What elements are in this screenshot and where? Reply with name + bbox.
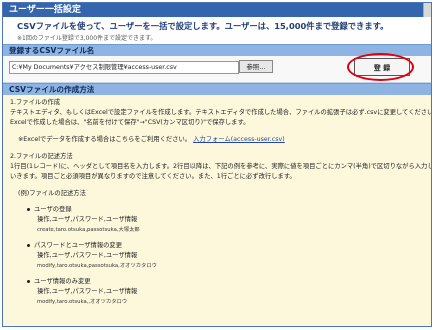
bullet-title: パスワードとユーザ情報の変更 [27,241,423,251]
list-item: パスワードとユーザ情報の変更 操作,ユーザ,パスワード,ユーザ情報 modify… [27,241,423,271]
bullet-example: create,taro.otsuka,passotsuka,大塚太郎 [37,227,140,233]
bullet-example: modify,taro.otsuka,,オオツカタロウ [37,299,128,305]
intro-note-text: ※1回のファイル登録で3,000件まで設定できます。 [17,35,157,42]
bullet-example: modify,taro.otsuka,passotsuka,オオツカタロウ [37,263,157,269]
window-title: ユーザー一括設定 [3,3,431,17]
excel-note: ※Excelでデータを作成する場合はこちらをご利用ください。 入力フォーム(ac… [10,135,423,145]
example-title: (例)ファイルの記述方法 [18,190,86,197]
bullet-title: ユーザの登録 [27,205,423,215]
step1-title: 1.ファイルの作成 [10,99,61,106]
browse-button[interactable]: 参照... [239,60,273,73]
highlight-circle [347,53,414,81]
bullet-title: ユーザ情報のみ変更 [27,277,423,287]
bulk-user-settings-panel: ユーザー一括設定 CSVファイルを使って、ユーザーを一括で設定します。ユーザーは… [2,2,432,327]
bullet-desc: 操作,ユーザ,パスワード,ユーザ情報 [37,216,138,223]
guide-content: 1.ファイルの作成 テキストエディタ、もしくはExcelで設定ファイルを作成しま… [3,95,431,307]
intro-main-text: CSVファイルを使って、ユーザーを一括で設定します。ユーザーは、15,000件ま… [17,21,389,31]
step1-line2: Excelで作成した場合は、"名前を付けて保存"→"CSV(カンマ区切り)"で保… [10,119,250,126]
bullet-desc: 操作,ユーザ,パスワード,ユーザ情報 [37,252,138,259]
list-item: ユーザ情報のみ変更 操作,ユーザ,パスワード,ユーザ情報 modify,taro… [27,277,423,307]
guide-section-header: CSVファイルの作成方法 [3,83,431,95]
step2-line1: 1行目(1レコード)に、ヘッダとして項目名を入力します。2行目以降は、下記の例を… [10,163,432,170]
input-form-link[interactable]: 入力フォーム(access-user.csv) [193,136,285,143]
step2-title: 2.ファイルの記述方法 [10,153,73,160]
step2-line2: いきます。項目ごと必須項目が異なりますので注意してください。また、1行ごとに必ず… [10,173,296,180]
csv-file-input[interactable]: C:¥My Documents¥アクセス制限管理¥access-user.csv [9,61,239,74]
scrollbar[interactable] [423,3,431,17]
list-item: ユーザの登録 操作,ユーザ,パスワード,ユーザ情報 create,taro.ot… [27,205,423,235]
step1-line1: テキストエディタ、もしくはExcelで設定ファイルを作成します。テキストエディタ… [10,109,432,116]
file-upload-row: C:¥My Documents¥アクセス制限管理¥access-user.csv… [3,53,431,83]
excel-note-text: ※Excelでデータを作成する場合はこちらをご利用ください。 [18,136,192,143]
intro-section: CSVファイルを使って、ユーザーを一括で設定します。ユーザーは、15,000件ま… [3,17,431,44]
bullet-desc: 操作,ユーザ,パスワード,ユーザ情報 [37,288,138,295]
